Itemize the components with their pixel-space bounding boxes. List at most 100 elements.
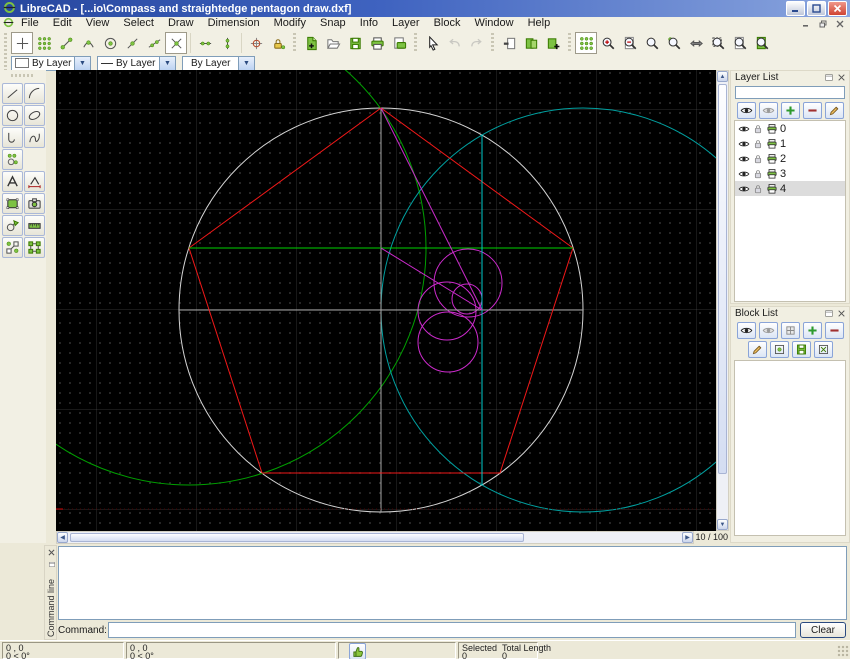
layer-row-1[interactable]: 1 xyxy=(735,136,845,151)
zoom-pan-button[interactable] xyxy=(751,32,773,54)
show-all-layers-button[interactable] xyxy=(737,102,756,119)
layer-lock-icon[interactable] xyxy=(751,137,764,150)
command-history[interactable] xyxy=(58,546,847,620)
snap-middle-button[interactable] xyxy=(121,32,143,54)
menu-file[interactable]: File xyxy=(14,17,46,29)
layer-visible-icon[interactable] xyxy=(737,137,750,150)
menu-draw[interactable]: Draw xyxy=(161,17,201,29)
close-panel-icon[interactable] xyxy=(835,308,847,319)
file-new-button[interactable] xyxy=(300,32,322,54)
lock-relative-zero-button[interactable] xyxy=(267,32,289,54)
menu-info[interactable]: Info xyxy=(353,17,385,29)
layer-row-4[interactable]: 4 xyxy=(735,181,845,196)
show-all-blocks-button[interactable] xyxy=(737,322,756,339)
golden-circle-2[interactable] xyxy=(418,282,476,340)
snap-grid-button[interactable] xyxy=(33,32,55,54)
scroll-left-button[interactable]: ◀ xyxy=(57,532,68,543)
new-window-button[interactable] xyxy=(542,32,564,54)
save-block-button[interactable] xyxy=(792,341,811,358)
dimension-button[interactable] xyxy=(24,171,45,192)
zoom-page-button[interactable] xyxy=(729,32,751,54)
menu-window[interactable]: Window xyxy=(467,17,520,29)
float-dock-icon[interactable] xyxy=(46,559,57,570)
layer-row-2[interactable]: 2 xyxy=(735,151,845,166)
draw-circle-button[interactable] xyxy=(2,105,23,126)
layer-visible-icon[interactable] xyxy=(737,167,750,180)
mdi-close-button[interactable] xyxy=(833,18,846,29)
remove-layer-button[interactable] xyxy=(803,102,822,119)
document-icon[interactable] xyxy=(3,17,14,31)
minimize-button[interactable] xyxy=(786,1,805,16)
redo-button[interactable] xyxy=(465,32,487,54)
insert-block-button[interactable] xyxy=(770,341,789,358)
menu-view[interactable]: View xyxy=(79,17,117,29)
menu-select[interactable]: Select xyxy=(116,17,161,29)
menu-help[interactable]: Help xyxy=(521,17,558,29)
file-save-button[interactable] xyxy=(344,32,366,54)
side-length-arc[interactable] xyxy=(56,70,426,485)
horizontal-scrollbar[interactable]: ◀ ▶ xyxy=(56,531,694,544)
restrict-vertical-button[interactable] xyxy=(216,32,238,54)
layer-visible-icon[interactable] xyxy=(737,182,750,195)
hide-all-blocks-button[interactable] xyxy=(759,322,778,339)
print-preview-button[interactable] xyxy=(388,32,410,54)
image-button[interactable] xyxy=(24,193,45,214)
vertical-scroll-thumb[interactable] xyxy=(718,84,727,474)
print-button[interactable] xyxy=(366,32,388,54)
pentagon-edge-top-left[interactable] xyxy=(189,108,381,248)
undo-button[interactable] xyxy=(443,32,465,54)
draw-line-button[interactable] xyxy=(2,83,23,104)
menu-block[interactable]: Block xyxy=(427,17,468,29)
pentagon-edge-top-right[interactable] xyxy=(381,108,573,248)
layer-visible-icon[interactable] xyxy=(737,122,750,135)
menu-edit[interactable]: Edit xyxy=(46,17,79,29)
layer-visible-icon[interactable] xyxy=(737,152,750,165)
pointer-button[interactable] xyxy=(421,32,443,54)
mdi-minimize-button[interactable] xyxy=(799,18,812,29)
file-open-button[interactable] xyxy=(322,32,344,54)
layer-lock-icon[interactable] xyxy=(751,167,764,180)
menu-snap[interactable]: Snap xyxy=(313,17,353,29)
explode-block-button[interactable] xyxy=(814,341,833,358)
add-block-button[interactable] xyxy=(803,322,822,339)
draw-ellipse-button[interactable] xyxy=(24,105,45,126)
draw-point-button[interactable] xyxy=(2,149,23,170)
grid-toggle-button[interactable] xyxy=(575,32,597,54)
close-dock-icon[interactable] xyxy=(46,547,57,558)
layer-print-icon[interactable] xyxy=(765,167,778,180)
golden-circle-4[interactable] xyxy=(418,312,478,372)
mdi-restore-button[interactable] xyxy=(816,18,829,29)
close-drawing-button[interactable] xyxy=(498,32,520,54)
float-panel-icon[interactable] xyxy=(823,72,835,83)
scroll-down-button[interactable]: ▼ xyxy=(717,519,728,530)
block-edit-button[interactable] xyxy=(24,237,45,258)
layer-print-icon[interactable] xyxy=(765,152,778,165)
draw-polyline-button[interactable] xyxy=(2,127,23,148)
toggle-block-button[interactable] xyxy=(781,322,800,339)
zoom-auto-button[interactable] xyxy=(663,32,685,54)
draw-text-button[interactable] xyxy=(2,171,23,192)
linetype-combobox[interactable]: By Layer ▼ xyxy=(97,56,176,71)
remove-block-button[interactable] xyxy=(825,322,844,339)
snap-intersection-button[interactable] xyxy=(165,32,187,54)
snap-distance-button[interactable] xyxy=(143,32,165,54)
linewidth-combobox[interactable]: By Layer ▼ xyxy=(182,56,255,71)
layer-row-3[interactable]: 3 xyxy=(735,166,845,181)
layer-lock-icon[interactable] xyxy=(751,122,764,135)
menu-layer[interactable]: Layer xyxy=(385,17,427,29)
layer-lock-icon[interactable] xyxy=(751,182,764,195)
scroll-right-button[interactable]: ▶ xyxy=(682,532,693,543)
clear-button[interactable]: Clear xyxy=(800,622,846,638)
edit-layer-button[interactable] xyxy=(825,102,844,119)
chevron-down-icon[interactable]: ▼ xyxy=(74,57,90,70)
layer-lock-icon[interactable] xyxy=(751,152,764,165)
draw-spline-button[interactable] xyxy=(24,127,45,148)
horizontal-scroll-thumb[interactable] xyxy=(70,533,524,542)
chevron-down-icon[interactable]: ▼ xyxy=(238,57,254,70)
edit-block-button[interactable] xyxy=(748,341,767,358)
menu-dimension[interactable]: Dimension xyxy=(201,17,267,29)
set-relative-zero-button[interactable] xyxy=(245,32,267,54)
zoom-out-button[interactable] xyxy=(619,32,641,54)
modify-button[interactable] xyxy=(2,215,23,236)
zoom-previous-button[interactable] xyxy=(685,32,707,54)
